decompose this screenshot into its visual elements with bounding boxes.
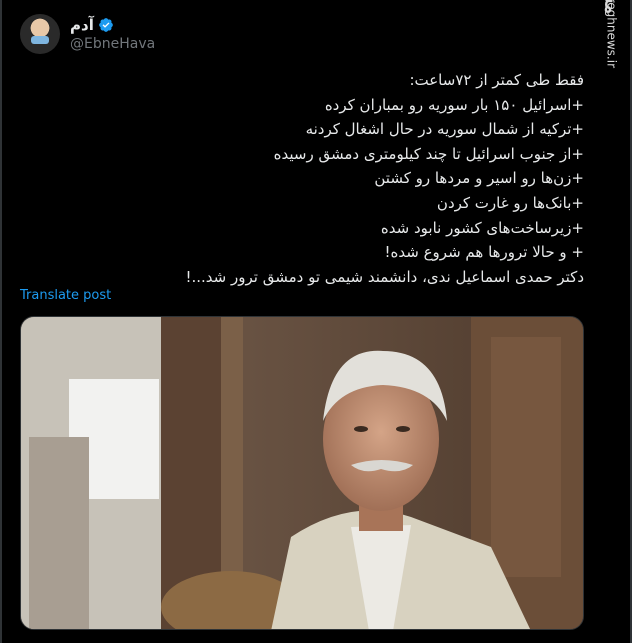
name-row: آدم [70, 16, 155, 34]
tweet-photo[interactable] [20, 316, 584, 630]
tweet-line: فقط طی کمتر از ۷۲ساعت: [409, 71, 584, 89]
portrait-photo-illustration [21, 317, 583, 629]
tweet-header: آدم @EbneHava [20, 12, 155, 56]
tweet-line: +زن‌ها رو اسیر و مردها رو کشتن [374, 169, 584, 188]
tweet-line: +ترکیه از شمال سوریه در حال اشغال کردنه [305, 120, 584, 139]
user-handle[interactable]: @EbneHava [70, 36, 155, 52]
tweet-text: فقط طی کمتر از ۷۲ساعت: +اسرائیل ۱۵۰ بار … [64, 68, 584, 289]
tweet-line: +بانک‌ها رو غارت کردن [436, 193, 584, 212]
tweet-line: +از جنوب اسرائیل تا چند کیلومتری دمشق رس… [273, 144, 584, 163]
avatar[interactable] [20, 14, 60, 54]
tweet-card: آدم @EbneHava مشرق mashreghnews.ir فقط ط… [0, 0, 632, 643]
verified-badge-icon [99, 18, 113, 32]
tweet-line: +زیرساخت‌های کشور نابود شده [380, 218, 584, 237]
mashregh-watermark: مشرق mashreghnews.ir [598, 0, 624, 110]
tweet-line: دکتر حمدی اسماعیل ندی، دانشمند شیمی تو د… [185, 267, 584, 286]
translate-post-link[interactable]: Translate post [20, 288, 111, 303]
tweet-line: + و حالا ترورها هم شروع شده! [384, 243, 584, 262]
watermark-site: mashreghnews.ir [604, 0, 618, 68]
author-names: آدم @EbneHava [70, 16, 155, 52]
face-mask-shape [31, 36, 49, 44]
tweet-line: +اسرائیل ۱۵۰ بار سوریه رو بمباران کرده [324, 95, 584, 114]
display-name[interactable]: آدم [70, 16, 94, 34]
